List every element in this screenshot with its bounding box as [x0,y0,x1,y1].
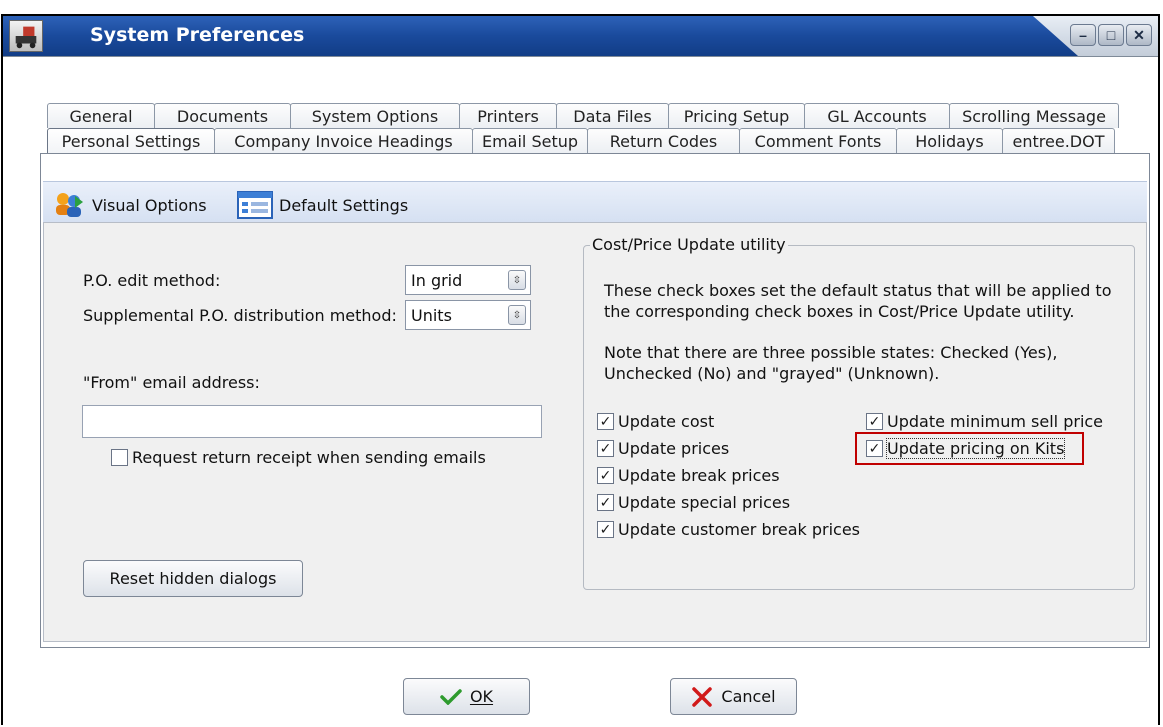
tab-row-2: Personal Settings Company Invoice Headin… [47,128,1115,153]
visual-options-label: Visual Options [92,195,207,215]
tab-gl-accounts[interactable]: GL Accounts [804,103,950,128]
check-icon: ✓ [597,494,614,511]
update-cost-checkbox[interactable]: ✓ Update cost [597,412,714,431]
default-settings-button[interactable]: Default Settings [236,190,408,220]
check-icon: ✓ [597,521,614,538]
group-description-line-1: These check boxes set the default status… [604,281,1112,300]
reset-hidden-dialogs-button[interactable]: Reset hidden dialogs [83,560,303,597]
restore-icon[interactable]: □ [1098,24,1124,46]
tab-printers[interactable]: Printers [459,103,557,128]
tab-general[interactable]: General [47,103,155,128]
update-break-prices-label: Update break prices [618,466,780,485]
close-icon[interactable]: ✕ [1126,24,1152,46]
check-icon: ✓ [597,467,614,484]
tab-email-setup[interactable]: Email Setup [472,128,588,153]
personal-settings-toolbar: Visual Options Default Settings [43,181,1147,224]
update-cost-label: Update cost [618,412,715,431]
update-special-prices-label: Update special prices [618,493,791,512]
combo-arrow-icon: ⇳ [508,270,526,290]
from-email-label: "From" email address: [83,373,260,392]
tab-personal-settings[interactable]: Personal Settings [47,128,215,153]
window-controls: – □ ✕ [1070,24,1152,46]
dialog-client-area: General Documents System Options Printer… [3,57,1158,727]
tab-data-files[interactable]: Data Files [556,103,669,128]
update-pricing-on-kits-checkbox[interactable]: ✓ Update pricing on Kits [866,438,1066,459]
group-note-line-1: Note that there are three possible state… [604,343,1058,362]
system-preferences-window: System Preferences – □ ✕ General Documen… [1,14,1160,727]
combo-arrow-icon: ⇳ [508,305,526,325]
window-title: System Preferences [90,24,305,46]
default-settings-icon [237,191,273,219]
po-edit-method-select[interactable]: In grid ⇳ [405,265,531,295]
tab-comment-fonts[interactable]: Comment Fonts [739,128,897,153]
app-icon[interactable] [9,20,43,52]
visual-options-button[interactable]: Visual Options [53,190,207,220]
tab-scrolling-message[interactable]: Scrolling Message [949,103,1119,128]
update-customer-break-prices-label: Update customer break prices [618,520,860,539]
request-receipt-checkbox[interactable]: Request return receipt when sending emai… [111,448,486,467]
tab-entree-dot[interactable]: entree.DOT [1002,128,1115,153]
tab-pricing-setup[interactable]: Pricing Setup [668,103,805,128]
cancel-label: Cancel [721,687,776,706]
background-document-strip [0,0,1163,14]
tab-return-codes[interactable]: Return Codes [587,128,740,153]
check-icon: ✓ [597,440,614,457]
from-email-field[interactable] [82,405,542,438]
group-description-line-2: the corresponding check boxes in Cost/Pr… [604,302,1075,321]
update-break-prices-checkbox[interactable]: ✓ Update break prices [597,466,780,485]
check-icon: ✓ [866,413,883,430]
supplemental-po-label: Supplemental P.O. distribution method: [83,306,397,325]
default-settings-area: P.O. edit method: In grid ⇳ Supplemental… [43,222,1147,642]
group-title: Cost/Price Update utility [590,235,788,254]
x-icon [692,686,713,707]
update-prices-label: Update prices [618,439,730,458]
supplemental-po-value: Units [411,305,452,325]
tab-panel-personal-settings: Visual Options Default Settings P.O. edi… [40,153,1150,648]
checkbox-box [111,449,128,466]
group-note-line-2: Unchecked (No) and "grayed" (Unknown). [604,364,940,383]
tab-row-1: General Documents System Options Printer… [47,103,1119,128]
update-minimum-sell-price-checkbox[interactable]: ✓ Update minimum sell price [866,412,1103,431]
ok-button[interactable]: OK [403,678,530,715]
tab-system-options[interactable]: System Options [290,103,460,128]
cancel-button[interactable]: Cancel [670,678,797,715]
update-prices-checkbox[interactable]: ✓ Update prices [597,439,729,458]
visual-options-icon [56,193,83,217]
default-settings-label: Default Settings [279,195,409,215]
request-receipt-label: Request return receipt when sending emai… [132,448,486,467]
tab-company-invoice-headings[interactable]: Company Invoice Headings [214,128,473,153]
po-edit-method-label: P.O. edit method: [83,271,221,290]
po-edit-method-value: In grid [411,270,463,290]
update-customer-break-prices-checkbox[interactable]: ✓ Update customer break prices [597,520,860,539]
title-bar: System Preferences – □ ✕ [3,16,1158,57]
update-minimum-sell-price-label: Update minimum sell price [887,412,1104,431]
supplemental-po-select[interactable]: Units ⇳ [405,300,531,330]
check-icon: ✓ [866,440,883,457]
minimize-icon[interactable]: – [1070,24,1096,46]
check-icon: ✓ [597,413,614,430]
ok-label: OK [469,687,494,706]
cost-price-update-group: Cost/Price Update utility These check bo… [583,235,1135,590]
tab-holidays[interactable]: Holidays [896,128,1003,153]
update-special-prices-checkbox[interactable]: ✓ Update special prices [597,493,790,512]
update-pricing-on-kits-label: Update pricing on Kits [885,438,1066,459]
check-icon [440,688,462,705]
tab-documents[interactable]: Documents [154,103,291,128]
